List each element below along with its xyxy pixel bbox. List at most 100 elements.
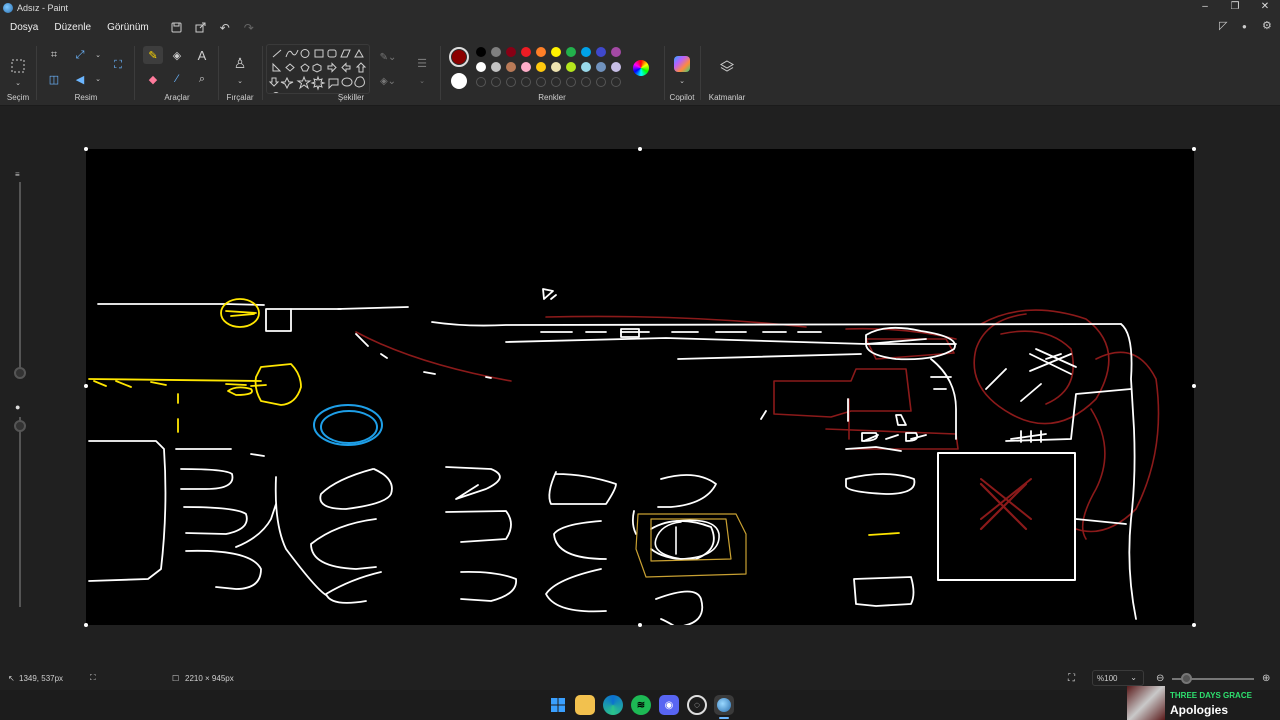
rotate-icon[interactable]: ◀ — [70, 70, 90, 88]
custom-color-slot[interactable] — [581, 77, 591, 87]
red-scribbles — [355, 309, 1160, 540]
palette-swatch[interactable] — [551, 62, 561, 72]
palette-swatch[interactable] — [611, 47, 621, 57]
canvas-handle-right[interactable] — [1192, 384, 1196, 388]
drawing-canvas[interactable] — [86, 149, 1194, 628]
custom-color-slot[interactable] — [551, 77, 561, 87]
status-bar: ↖ 1349, 537px ⛶ ☐ 2210 × 945px ⛶ %100 ⌄ … — [0, 666, 1280, 690]
palette-swatch[interactable] — [491, 62, 501, 72]
minimize-button[interactable]: – — [1190, 0, 1220, 15]
custom-color-slot[interactable] — [566, 77, 576, 87]
account-icon[interactable]: ● — [1242, 22, 1247, 31]
canvas-handle-bottom-right[interactable] — [1192, 623, 1196, 627]
edit-colors-icon[interactable] — [633, 60, 649, 76]
zoom-out-icon[interactable]: ⊖ — [1156, 673, 1164, 684]
zoom-chevron-icon: ⌄ — [1130, 673, 1137, 682]
vertical-zoom-slider[interactable]: ≡ ● — [10, 162, 30, 616]
custom-color-slot[interactable] — [596, 77, 606, 87]
menu-edit[interactable]: Düzenle — [46, 22, 99, 33]
menu-file[interactable]: Dosya — [2, 22, 46, 33]
zoom-select[interactable]: %100 ⌄ — [1092, 670, 1144, 686]
palette-swatch[interactable] — [536, 47, 546, 57]
flip-icon[interactable]: ◫ — [44, 70, 64, 88]
canvas-size-icon: ☐ — [172, 673, 180, 683]
close-button[interactable]: ✕ — [1250, 0, 1280, 15]
canvas-handle-top-left[interactable] — [84, 147, 88, 151]
secondary-color-swatch[interactable] — [451, 73, 467, 89]
size-icon[interactable]: ☰ — [412, 54, 432, 72]
crop-icon[interactable]: ⌗ — [44, 46, 64, 64]
fit-to-window-icon[interactable]: ⛶ — [1068, 673, 1075, 684]
canvas-handle-top-right[interactable] — [1192, 147, 1196, 151]
pencil-icon[interactable]: ✎ — [143, 46, 163, 64]
undo-icon[interactable]: ↶ — [215, 19, 235, 37]
palette-swatch[interactable] — [491, 47, 501, 57]
redo-icon[interactable]: ↷ — [239, 19, 259, 37]
size-chevron-icon[interactable]: ⌄ — [412, 72, 432, 90]
layers-icon[interactable] — [717, 58, 737, 76]
start-windows-icon[interactable] — [548, 695, 568, 715]
copilot-chevron-icon[interactable]: ⌄ — [672, 72, 692, 90]
palette-swatch[interactable] — [596, 47, 606, 57]
edge-browser-icon[interactable] — [603, 695, 623, 715]
zoom-in-icon[interactable]: ⊕ — [1262, 673, 1270, 684]
custom-color-slot[interactable] — [521, 77, 531, 87]
discord-icon[interactable]: ◉ — [659, 695, 679, 715]
resize-chevron-icon[interactable]: ⌄ — [88, 46, 108, 64]
album-art[interactable] — [1127, 686, 1165, 720]
save-icon[interactable] — [167, 19, 187, 37]
palette-swatch[interactable] — [521, 62, 531, 72]
custom-color-slot[interactable] — [536, 77, 546, 87]
share-icon[interactable] — [191, 19, 211, 37]
rotate-chevron-icon[interactable]: ⌄ — [88, 70, 108, 88]
restore-button[interactable]: ❐ — [1220, 0, 1250, 15]
color-picker-icon[interactable]: ⁄ — [167, 70, 187, 88]
canvas-handle-top[interactable] — [638, 147, 642, 151]
palette-swatch[interactable] — [551, 47, 561, 57]
canvas-handle-bottom-left[interactable] — [84, 623, 88, 627]
file-explorer-icon[interactable] — [575, 695, 595, 715]
eraser-icon[interactable]: ◆ — [143, 70, 163, 88]
palette-swatch[interactable] — [566, 47, 576, 57]
settings-gear-icon[interactable]: ⚙ — [1262, 19, 1272, 32]
resize-icon[interactable]: ⤢ — [70, 46, 90, 64]
palette-swatch[interactable] — [506, 62, 516, 72]
zoom-slider-thumb[interactable] — [1181, 673, 1192, 684]
magnifier-icon[interactable]: ⌕ — [192, 70, 212, 88]
canvas-handle-bottom[interactable] — [638, 623, 642, 627]
palette-swatch[interactable] — [596, 62, 606, 72]
primary-color-swatch[interactable] — [449, 47, 469, 67]
custom-color-slot[interactable] — [476, 77, 486, 87]
brush-chevron-icon[interactable]: ⌄ — [230, 72, 250, 90]
outline-icon[interactable]: ✎⌄ — [378, 48, 398, 66]
feedback-icon[interactable]: ◸ — [1219, 19, 1227, 32]
palette-swatch[interactable] — [581, 47, 591, 57]
copilot-label: Copilot — [669, 93, 695, 102]
palette-swatch[interactable] — [506, 47, 516, 57]
custom-color-slot[interactable] — [506, 77, 516, 87]
divider — [134, 46, 135, 100]
palette-swatch[interactable] — [476, 62, 486, 72]
fill-icon[interactable]: ◈ — [167, 46, 187, 64]
custom-color-slot[interactable] — [491, 77, 501, 87]
selection-dropdown-chevron-icon[interactable]: ⌄ — [8, 74, 28, 92]
palette-swatch[interactable] — [566, 62, 576, 72]
brush-icon[interactable]: ♙ — [230, 54, 250, 72]
canvas-handle-left[interactable] — [84, 384, 88, 388]
palette-swatch[interactable] — [476, 47, 486, 57]
text-icon[interactable]: A — [192, 46, 212, 64]
image-select-icon[interactable]: ⛶ — [108, 56, 128, 74]
paint-taskbar-icon[interactable] — [714, 695, 734, 715]
copilot-icon[interactable] — [674, 56, 690, 72]
menu-view[interactable]: Görünüm — [99, 22, 157, 33]
shape-fill-icon[interactable]: ◈⌄ — [378, 72, 398, 90]
shapes-gallery[interactable] — [266, 44, 370, 94]
palette-swatch[interactable] — [521, 47, 531, 57]
custom-color-slot[interactable] — [611, 77, 621, 87]
app-circle-icon[interactable]: ◌ — [687, 695, 707, 715]
palette-swatch[interactable] — [611, 62, 621, 72]
palette-swatch[interactable] — [536, 62, 546, 72]
spotify-icon[interactable]: ≋ — [631, 695, 651, 715]
selection-icon[interactable] — [8, 56, 28, 76]
palette-swatch[interactable] — [581, 62, 591, 72]
